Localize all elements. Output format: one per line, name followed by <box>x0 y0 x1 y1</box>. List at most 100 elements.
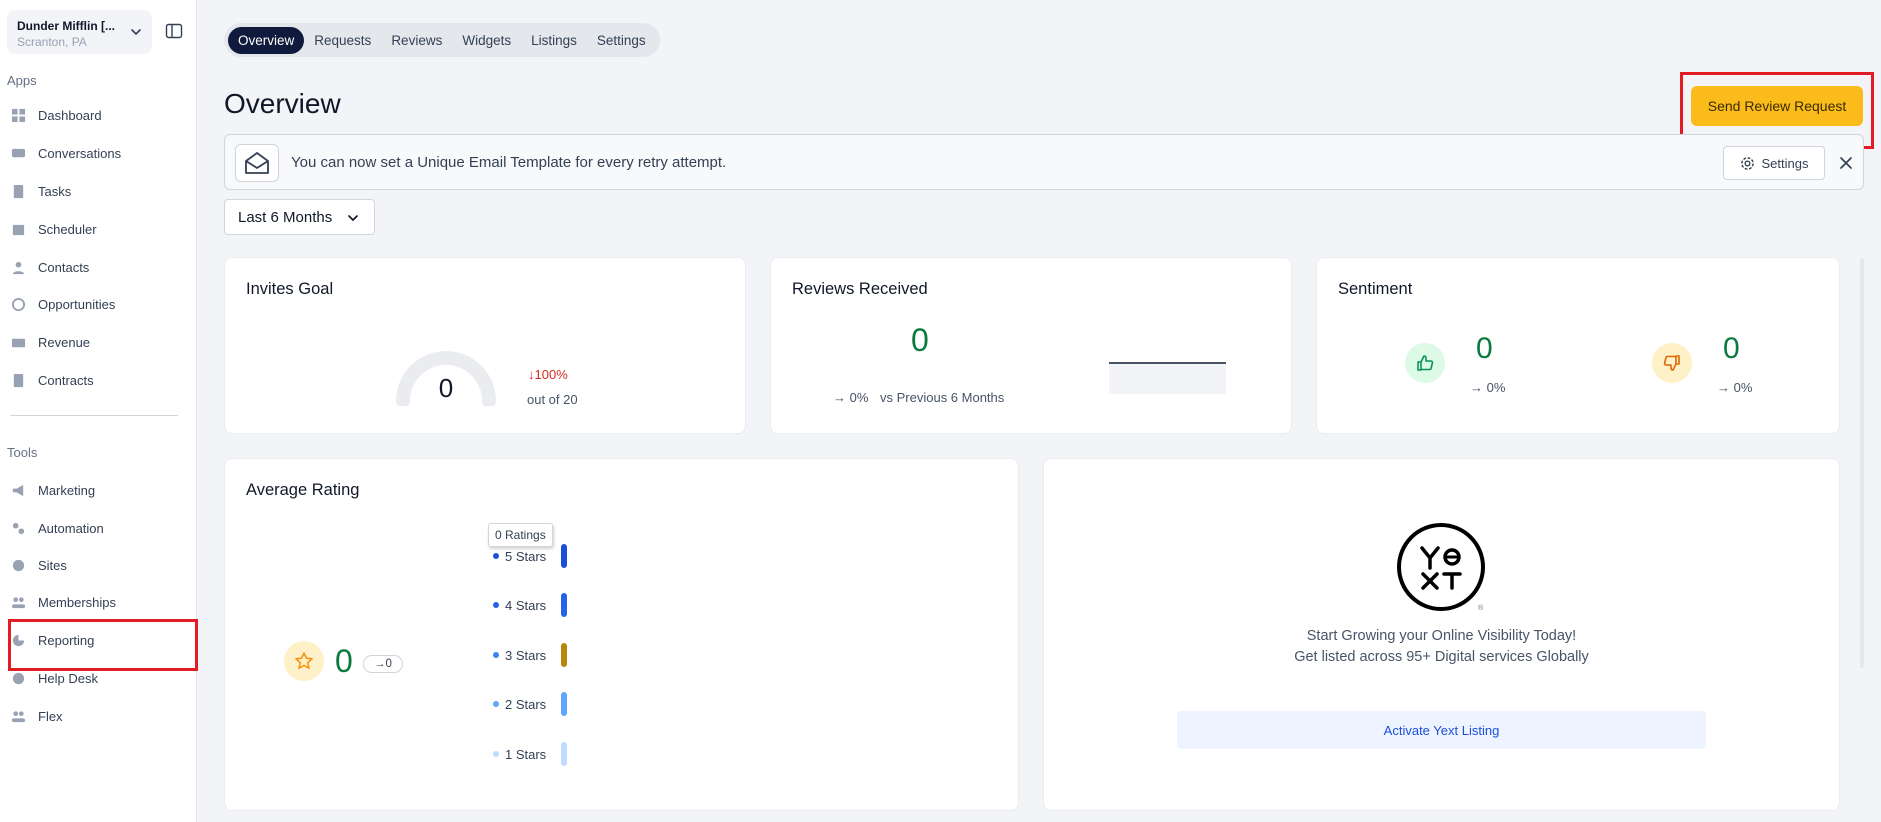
invites-goal-title: Invites Goal <box>246 280 334 298</box>
sidebar-item-contracts[interactable]: Contracts <box>10 366 180 394</box>
rating-bar-5 <box>561 544 567 568</box>
svg-text:®: ® <box>1478 604 1484 612</box>
tab-widgets[interactable]: Widgets <box>452 27 521 54</box>
thumbs-up-icon <box>1405 343 1445 383</box>
sidebar-item-label: Revenue <box>38 334 91 350</box>
yext-listing-card: ® Start Growing your Online Visibility T… <box>1043 458 1840 811</box>
legend-dot <box>493 701 499 707</box>
megaphone-icon <box>10 482 26 498</box>
tab-requests[interactable]: Requests <box>304 27 381 54</box>
banner-text: You can now set a Unique Email Template … <box>291 154 727 171</box>
yext-subtitle: Get listed across 95+ Digital services G… <box>1294 649 1589 665</box>
legend-dot <box>493 553 499 559</box>
close-icon[interactable] <box>1837 154 1855 172</box>
gear-icon <box>1740 156 1754 170</box>
rating-row-5: 5 Stars <box>493 546 546 566</box>
rating-bar-1 <box>561 742 567 766</box>
average-rating-title: Average Rating <box>246 481 360 499</box>
negative-sentiment-value: 0 <box>1723 332 1740 365</box>
sidebar-item-label: Contracts <box>38 372 94 388</box>
reviews-received-card: Reviews Received 0 → 0% vs Previous 6 Mo… <box>770 257 1292 434</box>
sidebar-item-label: Help Desk <box>38 670 98 686</box>
send-review-request-button[interactable]: Send Review Request <box>1691 86 1863 126</box>
contacts-icon <box>10 259 26 275</box>
sidebar-item-marketing[interactable]: Marketing <box>10 476 180 504</box>
sidebar-item-scheduler[interactable]: Scheduler <box>10 215 180 243</box>
opportunities-icon <box>10 296 26 312</box>
reviews-received-title: Reviews Received <box>792 280 928 298</box>
arrow-right-icon: → <box>1717 380 1734 395</box>
date-range-value: Last 6 Months <box>238 208 333 226</box>
location-name: Dunder Mifflin [... <box>17 19 115 33</box>
content-scrollbar[interactable] <box>1860 258 1864 668</box>
sidebar-divider <box>10 415 178 416</box>
sidebar-item-label: Flex <box>38 708 63 724</box>
sidebar-item-flex[interactable]: Flex <box>10 702 180 730</box>
conversations-icon <box>10 145 26 161</box>
rating-row-3: 3 Stars <box>493 645 546 665</box>
tasks-icon <box>10 183 26 199</box>
sidebar-item-label: Automation <box>38 520 104 536</box>
invites-value: 0 <box>438 373 454 403</box>
activate-yext-listing-button[interactable]: Activate Yext Listing <box>1177 711 1706 749</box>
sidebar-item-opportunities[interactable]: Opportunities <box>10 290 180 318</box>
legend-dot <box>493 652 499 658</box>
banner-settings-label: Settings <box>1761 155 1809 171</box>
tools-section-label: Tools <box>7 445 38 460</box>
sidebar-item-contacts[interactable]: Contacts <box>10 253 180 281</box>
tab-bar: Overview Requests Reviews Widgets Listin… <box>224 23 660 57</box>
contracts-icon <box>10 372 26 388</box>
average-rating-change: → 0 <box>363 655 403 673</box>
memberships-icon <box>10 594 26 610</box>
announcement-banner: You can now set a Unique Email Template … <box>224 134 1864 190</box>
yext-logo: ® <box>1397 523 1485 612</box>
sidebar-item-automation[interactable]: Automation <box>10 514 180 542</box>
star-icon <box>284 641 324 681</box>
average-rating-value: 0 <box>335 643 353 679</box>
page-title: Overview <box>224 88 341 119</box>
sidebar-item-label: Memberships <box>38 594 117 610</box>
location-switcher[interactable]: Dunder Mifflin [... Scranton, PA <box>7 10 152 54</box>
sidebar-item-sites[interactable]: Sites <box>10 551 180 579</box>
sidebar-item-label: Opportunities <box>38 296 116 312</box>
sidebar-item-label: Scheduler <box>38 221 97 237</box>
sentiment-title: Sentiment <box>1338 280 1413 298</box>
negative-sentiment-change: → 0% <box>1717 380 1753 395</box>
help-icon <box>10 670 26 686</box>
sidebar-item-revenue[interactable]: Revenue <box>10 328 180 356</box>
tab-settings[interactable]: Settings <box>587 27 656 54</box>
average-rating-card: Average Rating 0 → 0 5 Stars 4 Stars 3 S… <box>224 458 1019 811</box>
sentiment-card: Sentiment 0 → 0% 0 → 0% <box>1316 257 1840 434</box>
sidebar-item-dashboard[interactable]: Dashboard <box>10 101 180 129</box>
sidebar-item-memberships[interactable]: Memberships <box>10 588 180 616</box>
sidebar-item-label: Marketing <box>38 482 96 498</box>
yext-tagline: Start Growing your Online Visibility Tod… <box>1306 628 1577 644</box>
invites-out-of: out of 20 <box>527 392 578 407</box>
sidebar-item-label: Tasks <box>38 183 72 199</box>
sidebar-item-label: Conversations <box>38 145 122 161</box>
revenue-icon <box>10 334 26 350</box>
reviews-received-change: → 0% <box>833 390 869 405</box>
sidebar-item-tasks[interactable]: Tasks <box>10 177 180 205</box>
tab-reviews[interactable]: Reviews <box>381 27 452 54</box>
sidebar-item-conversations[interactable]: Conversations <box>10 139 180 167</box>
positive-sentiment-change: → 0% <box>1470 380 1506 395</box>
invites-goal-card: Invites Goal 0 ↓100% out of 20 <box>224 257 746 434</box>
sidebar-item-label: Sites <box>38 557 67 573</box>
invites-trend: ↓100% <box>528 367 568 382</box>
sidebar: Dunder Mifflin [... Scranton, PA Apps Da… <box>0 0 197 822</box>
sidebar-collapse-icon[interactable] <box>165 22 183 40</box>
tab-listings[interactable]: Listings <box>521 27 587 54</box>
reporting-highlight-box <box>8 619 198 671</box>
banner-settings-button[interactable]: Settings <box>1723 146 1825 180</box>
dashboard-icon <box>10 107 26 123</box>
tab-overview[interactable]: Overview <box>228 26 305 54</box>
location-city: Scranton, PA <box>17 35 87 49</box>
envelope-icon <box>235 144 279 182</box>
sites-icon <box>10 557 26 573</box>
sidebar-item-label: Contacts <box>38 259 90 275</box>
date-range-dropdown[interactable]: Last 6 Months <box>224 199 375 235</box>
positive-sentiment-value: 0 <box>1476 332 1493 365</box>
thumbs-down-icon <box>1652 343 1692 383</box>
arrow-right-icon: → <box>374 658 386 670</box>
